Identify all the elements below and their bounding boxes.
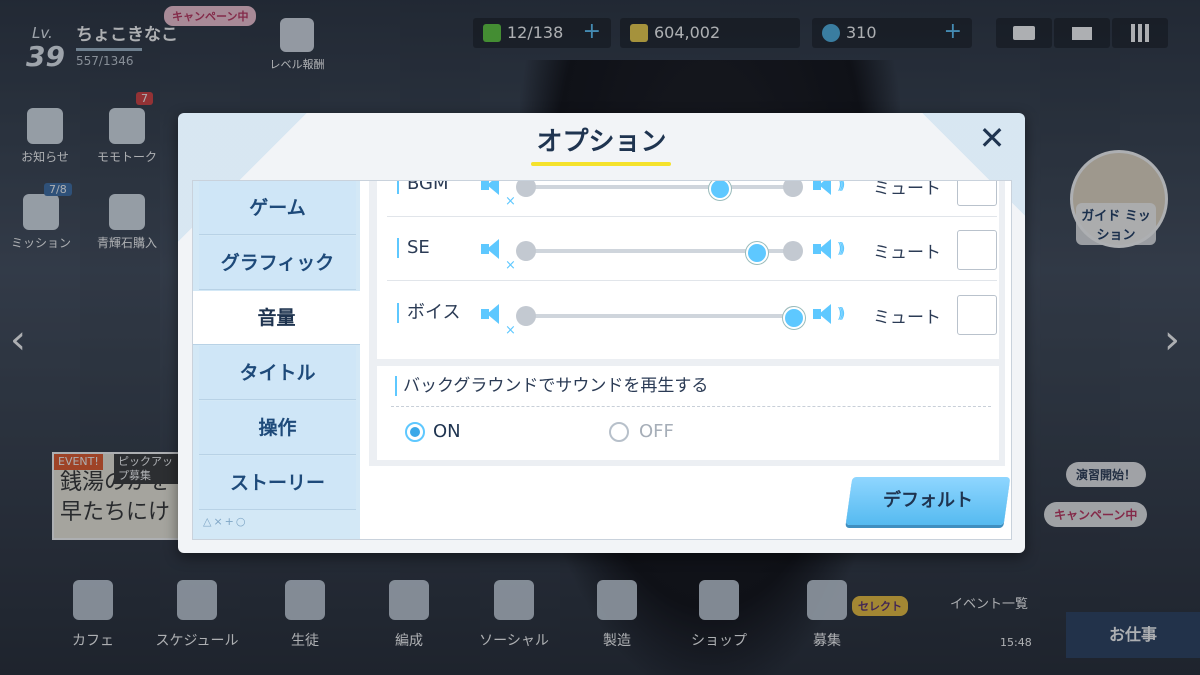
volume-row-se: SE × ))) ミュート: [387, 216, 997, 281]
close-icon[interactable]: ✕: [976, 121, 1008, 155]
volume-slider-thumb[interactable]: [708, 181, 731, 200]
tab-game[interactable]: ゲーム: [199, 181, 356, 235]
tab-volume[interactable]: 音量: [193, 291, 360, 345]
mute-label: ミュート: [873, 308, 941, 328]
volume-slider-thumb[interactable]: [745, 242, 768, 264]
volume-row-bgm: BGM × ))) ミュート: [387, 181, 997, 217]
default-button[interactable]: デフォルト: [845, 477, 1011, 525]
speaker-mute-icon[interactable]: ×: [481, 238, 516, 273]
volume-label: ボイス: [397, 303, 460, 323]
volume-card: BGM × ))) ミュート SE ×))) ミュート ボイス ×))) ミ…: [377, 181, 999, 359]
speaker-mute-icon[interactable]: ×: [481, 303, 516, 338]
radio-off[interactable]: [609, 422, 629, 442]
background-sound-title: バックグラウンドでサウンドを再生する: [395, 376, 708, 396]
slider-min-knob: [516, 306, 536, 326]
mute-checkbox[interactable]: [957, 181, 997, 206]
mute-checkbox[interactable]: [957, 230, 997, 270]
options-panel: ゲーム グラフィック 音量 タイトル 操作 ストーリー △×+○ BGM × )…: [192, 180, 1012, 540]
slider-max-knob: [783, 181, 803, 197]
volume-slider-thumb[interactable]: [783, 307, 805, 329]
tab-story[interactable]: ストーリー: [199, 456, 356, 510]
mute-checkbox[interactable]: [957, 295, 997, 335]
slider-min-knob: [516, 241, 536, 261]
volume-slider-track[interactable]: [526, 185, 794, 189]
volume-label: BGM: [397, 181, 449, 194]
tab-list: ゲーム グラフィック 音量 タイトル 操作 ストーリー △×+○: [193, 181, 360, 539]
radio-off-label: OFF: [639, 421, 674, 442]
volume-slider-track[interactable]: [526, 314, 794, 318]
volume-label: SE: [397, 238, 430, 258]
background-sound-card: バックグラウンドでサウンドを再生する ON OFF: [377, 366, 999, 460]
tab-title[interactable]: タイトル: [199, 346, 356, 400]
mute-label: ミュート: [873, 181, 941, 199]
speaker-max-icon[interactable]: ))): [813, 181, 846, 196]
mute-label: ミュート: [873, 243, 941, 263]
speaker-max-icon[interactable]: ))): [813, 303, 846, 325]
volume-content: BGM × ))) ミュート SE ×))) ミュート ボイス ×))) ミ…: [369, 181, 1005, 466]
speaker-max-icon[interactable]: ))): [813, 238, 846, 260]
tab-controls[interactable]: 操作: [199, 401, 356, 455]
tab-graphics[interactable]: グラフィック: [199, 236, 356, 290]
default-button-label: デフォルト: [883, 490, 973, 511]
speaker-mute-icon[interactable]: ×: [481, 181, 516, 209]
dialog-title: オプション: [536, 127, 667, 157]
divider: [391, 406, 991, 407]
options-dialog: オプション ✕ ゲーム グラフィック 音量 タイトル 操作 ストーリー △×+○…: [178, 113, 1025, 553]
tab-decoration: △×+○: [203, 515, 248, 528]
title-underline: [531, 162, 671, 166]
slider-max-knob: [783, 241, 803, 261]
radio-on[interactable]: [405, 422, 425, 442]
volume-row-voice: ボイス × ))) ミュート: [387, 281, 997, 345]
slider-min-knob: [516, 181, 536, 197]
radio-on-label: ON: [433, 421, 461, 442]
